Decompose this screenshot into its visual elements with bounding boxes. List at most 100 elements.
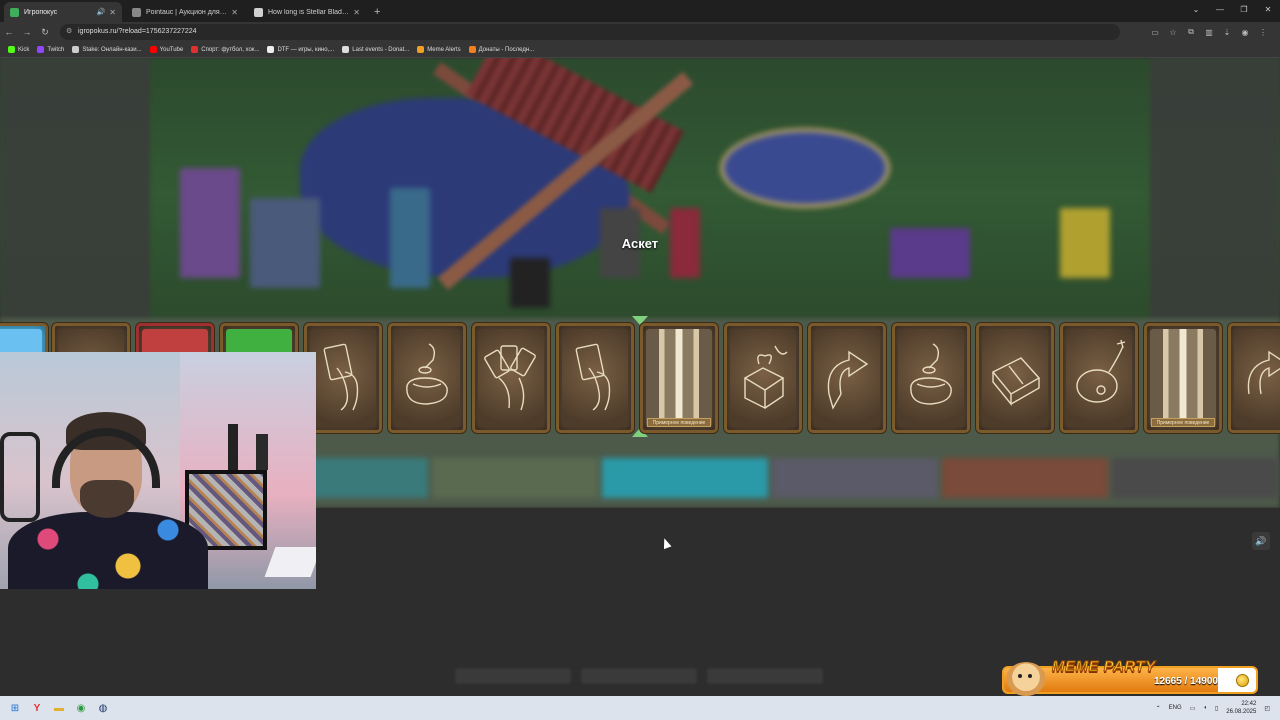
youtube-icon xyxy=(149,46,157,53)
downloads-icon[interactable]: ⇣ xyxy=(1218,28,1236,37)
card-hand-card xyxy=(556,323,634,433)
volume-icon[interactable]: 🔊 xyxy=(1252,532,1270,550)
game-button-blurred[interactable] xyxy=(581,668,697,684)
tab-title: Игропокус xyxy=(24,8,58,16)
url-bar[interactable]: ⚙ igropokus.ru/?reload=1756237227224 xyxy=(60,24,1120,40)
hand-of-cards-icon xyxy=(484,345,536,411)
close-icon[interactable]: ✕ xyxy=(353,8,360,17)
new-tab-button[interactable]: + xyxy=(374,2,380,22)
hand-card-icon xyxy=(575,343,611,411)
card-jail-good-behavior: Примерное поведение xyxy=(1144,323,1222,433)
language-indicator[interactable]: ENG xyxy=(1169,705,1182,711)
bookmark-donations[interactable]: Донаты - Последн... xyxy=(468,46,535,53)
windows-taskbar: ⊞ Y ▬ ◉ ◍ ⌃ ENG ▭ ◖ ▯ 22:42 26.08.2025 ◰ xyxy=(0,696,1280,720)
yandex-browser-icon[interactable]: Y xyxy=(26,697,48,719)
bookmark-meme-alerts[interactable]: Meme Alerts xyxy=(417,46,461,53)
speaker-icon[interactable]: 🔊 xyxy=(97,8,106,16)
tab-title: How long is Stellar Blade? | How xyxy=(268,8,350,16)
tab-search-icon[interactable]: ⌄ xyxy=(1184,0,1208,20)
bookmark-label: Kick xyxy=(18,46,30,53)
battery-icon[interactable]: ▯ xyxy=(1215,705,1218,712)
right-panel-blurred xyxy=(1150,58,1280,328)
tab-title: Pointauc | Аукцион для стрима xyxy=(146,8,227,16)
bookmark-twitch[interactable]: Twitch xyxy=(37,46,64,53)
close-window-icon[interactable]: ✕ xyxy=(1256,0,1280,20)
current-player-name: Аскет xyxy=(621,236,659,251)
forward-icon[interactable]: → xyxy=(18,27,36,37)
site-info-icon[interactable]: ⚙ xyxy=(66,24,72,40)
board-color-stripes xyxy=(260,458,1280,498)
board-building xyxy=(890,228,970,278)
igropokus-favicon-icon xyxy=(10,7,19,17)
back-icon[interactable]: ← xyxy=(0,27,18,37)
hltb-favicon-icon xyxy=(254,7,263,17)
chrome-icon[interactable]: ◉ xyxy=(70,697,92,719)
card-ribbon-label: Примерное поведение xyxy=(647,418,711,427)
bookmark-label: YouTube xyxy=(159,46,184,53)
file-explorer-icon[interactable]: ▬ xyxy=(48,697,70,719)
bookmark-dtf[interactable]: DTF — игры, кино,... xyxy=(267,46,334,53)
tab-howlongtobeat[interactable]: How long is Stellar Blade? | How ✕ xyxy=(248,2,366,22)
clock-date: 26.08.2025 xyxy=(1226,709,1257,715)
meme-party-title: MEME PARTY xyxy=(1052,658,1156,676)
close-icon[interactable]: ✕ xyxy=(109,8,116,17)
webcam-streamer-shirt xyxy=(8,512,208,589)
money-bag-icon xyxy=(910,343,952,405)
bookmark-label: Донаты - Последн... xyxy=(478,46,535,53)
donations-icon xyxy=(468,46,476,53)
card-money-bag xyxy=(388,323,466,433)
money-bag-icon xyxy=(406,343,448,405)
menu-icon[interactable]: ⋮ xyxy=(1254,28,1272,37)
webcam-figurine xyxy=(228,424,238,470)
board-building xyxy=(390,188,430,288)
bookmark-stake[interactable]: Stake: Онлайн-кази... xyxy=(72,46,142,53)
cash-stack-icon xyxy=(991,357,1041,406)
tab-pointauc[interactable]: Pointauc | Аукцион для стрима ✕ xyxy=(126,2,244,22)
gift-box-icon xyxy=(743,345,788,410)
bookmark-star-icon[interactable]: ☆ xyxy=(1164,28,1182,37)
bookmark-label: DTF — игры, кино,... xyxy=(277,46,335,53)
sidebar-icon[interactable]: ▥ xyxy=(1200,28,1218,37)
game-bottom-buttons xyxy=(455,668,823,684)
bookmark-youtube[interactable]: YouTube xyxy=(149,46,184,53)
network-icon[interactable]: ▭ xyxy=(1190,705,1196,712)
profile-icon[interactable]: ◉ xyxy=(1236,28,1254,37)
address-toolbar: ← → ↻ ⚙ igropokus.ru/?reload=17562372272… xyxy=(0,22,1280,42)
streamer-webcam xyxy=(0,352,316,589)
notification-icon[interactable]: ◰ xyxy=(1264,705,1270,712)
toolbar-icons: ▭ ☆ ⧉ ▥ ⇣ ◉ ⋮ xyxy=(1146,22,1272,42)
clock-time: 22:42 xyxy=(1241,701,1257,707)
tab-igropokus[interactable]: Игропокус 🔊 ✕ xyxy=(4,2,122,22)
board-pond xyxy=(720,128,890,208)
webcam-figurine xyxy=(256,434,268,470)
pointauc-favicon-icon xyxy=(132,7,141,17)
bookmark-donationalerts[interactable]: Last events - Donat... xyxy=(342,46,409,53)
dtf-icon xyxy=(267,46,275,53)
reload-icon[interactable]: ↻ xyxy=(36,27,54,38)
bookmarks-bar: Kick Twitch Stake: Онлайн-кази... YouTub… xyxy=(0,42,1280,58)
extensions-icon[interactable]: ⧉ xyxy=(1182,27,1200,37)
board-building xyxy=(250,198,320,288)
tray-chevron-icon[interactable]: ⌃ xyxy=(1156,705,1161,712)
steam-icon[interactable]: ◍ xyxy=(92,697,114,719)
volume-tray-icon[interactable]: ◖ xyxy=(1203,705,1207,711)
bookmark-kick[interactable]: Kick xyxy=(8,46,29,53)
bookmark-sport[interactable]: Спорт: футбол, хок... xyxy=(191,46,259,53)
close-icon[interactable]: ✕ xyxy=(231,8,238,17)
card-turn-arrow xyxy=(1228,323,1280,433)
maximize-icon[interactable]: ❐ xyxy=(1232,0,1256,20)
minimize-icon[interactable]: — xyxy=(1208,0,1232,20)
jail-bars-icon xyxy=(1150,329,1216,427)
bookmark-label: Stake: Онлайн-кази... xyxy=(82,46,142,53)
bookmark-label: Спорт: футбол, хок... xyxy=(201,46,260,53)
clock[interactable]: 22:42 26.08.2025 xyxy=(1226,700,1256,716)
cast-icon[interactable]: ▭ xyxy=(1146,28,1164,37)
card-ribbon-label: Примерное поведение xyxy=(1151,418,1215,427)
windows-start-icon[interactable]: ⊞ xyxy=(4,697,26,719)
game-button-blurred[interactable] xyxy=(707,668,823,684)
webcam-object xyxy=(0,432,40,522)
card-jail-good-behavior: Примерное поведение xyxy=(640,323,718,433)
game-button-blurred[interactable] xyxy=(455,668,571,684)
turn-arrow-icon xyxy=(1247,350,1280,395)
card-gift-box xyxy=(724,323,802,433)
